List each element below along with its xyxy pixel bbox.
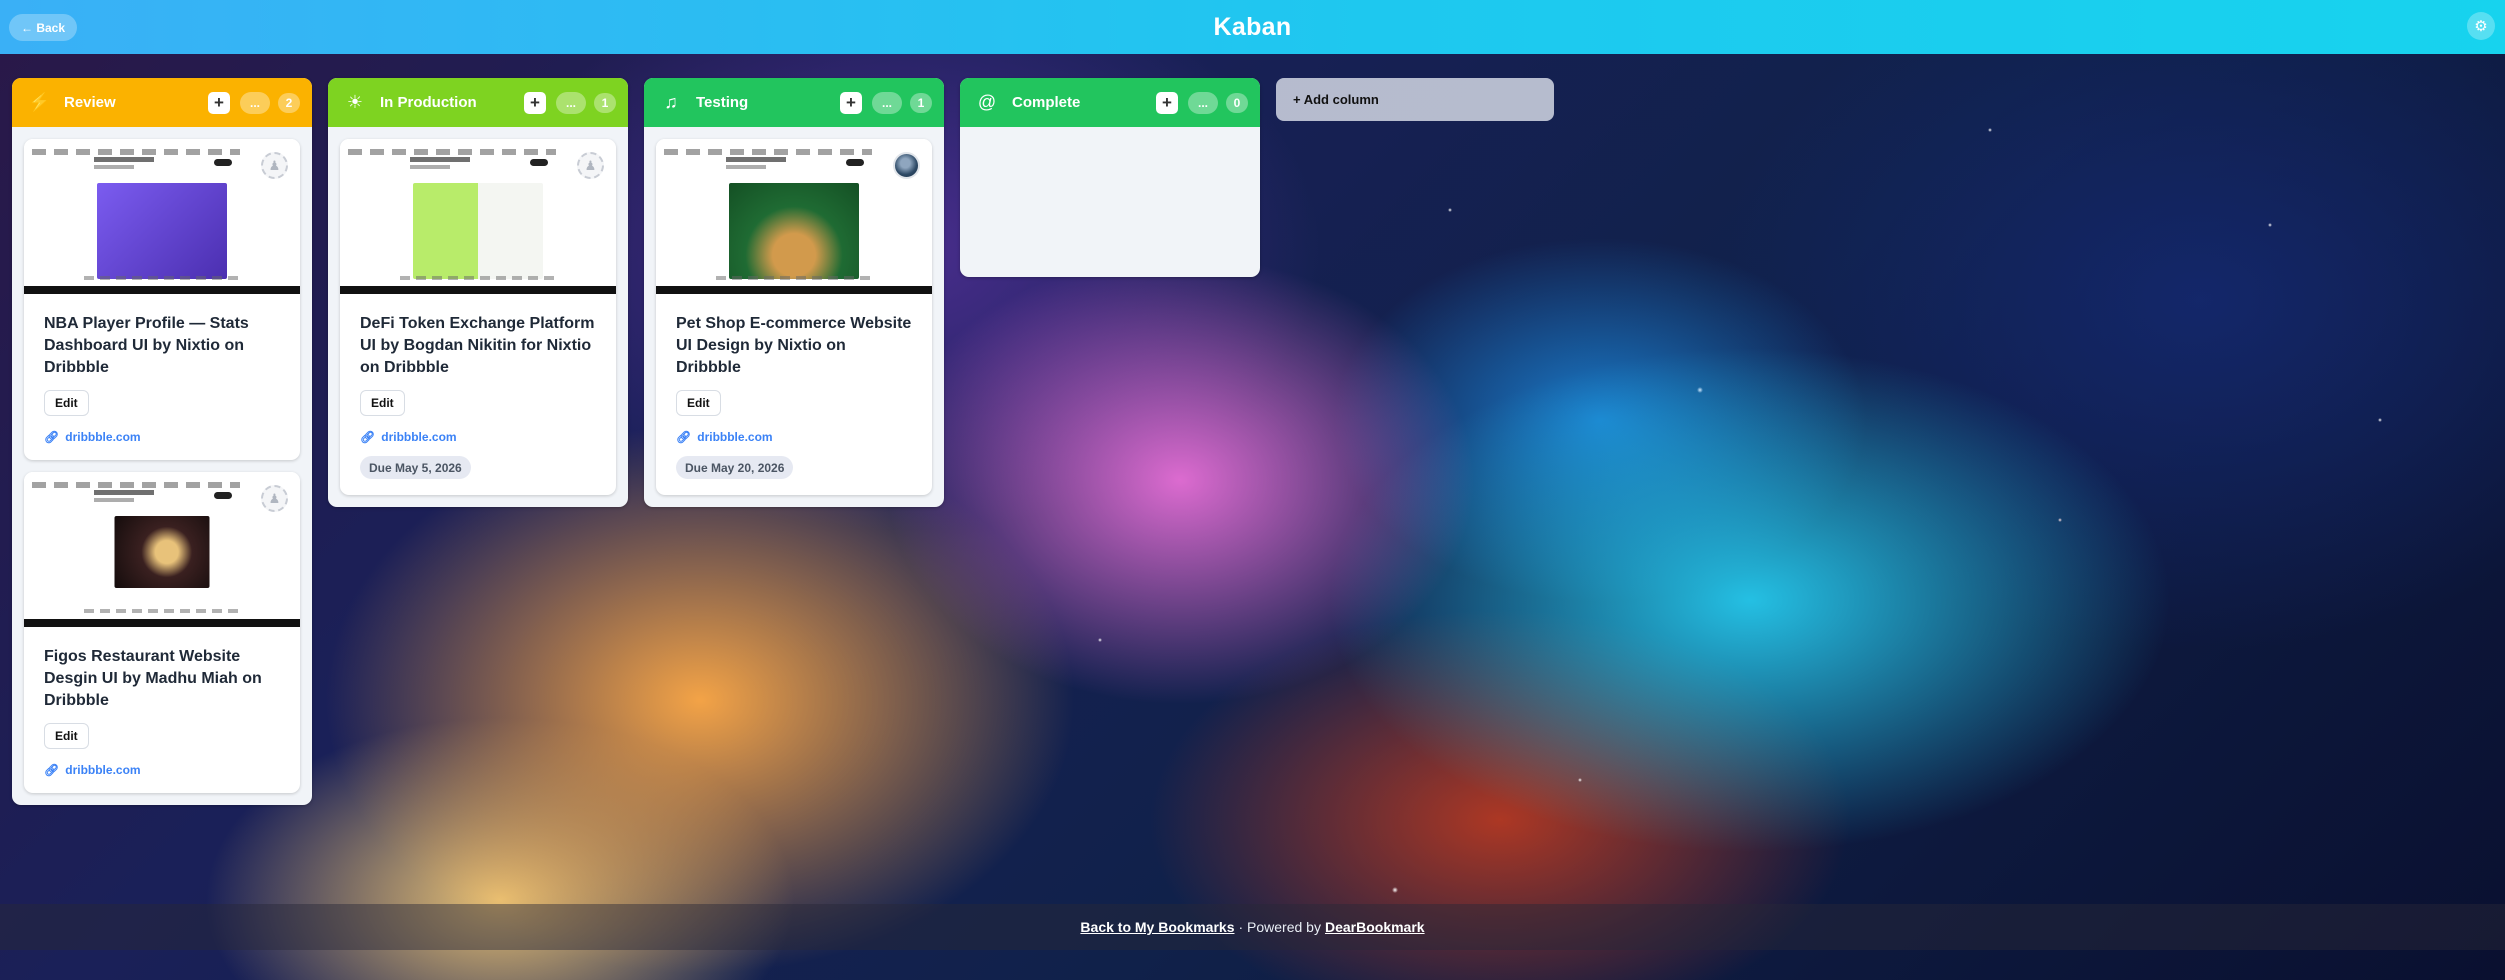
column-menu-button[interactable]: ... <box>1188 91 1218 114</box>
add-card-button[interactable]: + <box>1156 91 1178 114</box>
column-header: ☀ In Production + ... 1 <box>328 78 628 127</box>
card-link-text[interactable]: dribbble.com <box>65 763 140 777</box>
column-title: In Production <box>380 94 477 111</box>
page-footer: Back to My Bookmarks · Powered by DearBo… <box>0 904 2505 950</box>
column-header: ⚡ Review + ... 2 <box>12 78 312 127</box>
column-header: @ Complete + ... 0 <box>960 78 1260 127</box>
edit-button[interactable]: Edit <box>360 390 405 416</box>
column-body: ♟ NBA Player Profile — Stats Dashboard U… <box>12 127 312 805</box>
kanban-board: ⚡ Review + ... 2 ♟ NBA Player Profile — … <box>12 78 1554 805</box>
gear-icon[interactable]: ⚙ <box>2467 12 2495 40</box>
link-icon: 🔗︎ <box>44 763 60 777</box>
due-date-badge: Due May 5, 2026 <box>360 456 471 479</box>
card-title: Pet Shop E-commerce Website UI Design by… <box>676 315 912 376</box>
card-count-badge: 0 <box>1226 92 1248 113</box>
card-thumbnail: ♟ <box>24 472 300 627</box>
add-card-button[interactable]: + <box>840 91 862 114</box>
assignee-placeholder-icon[interactable]: ♟ <box>261 152 288 179</box>
back-button[interactable]: ← Back <box>9 14 78 41</box>
column-title: Review <box>64 94 116 111</box>
lightning-icon: ⚡ <box>28 92 51 112</box>
sun-icon: ☀ <box>346 92 364 112</box>
column-body <box>960 127 1260 277</box>
column-testing: ♫ Testing + ... 1 Pet Shop E-commerce We… <box>644 78 944 507</box>
card[interactable]: ♟ Figos Restaurant Website Desgin UI by … <box>24 472 300 793</box>
column-review: ⚡ Review + ... 2 ♟ NBA Player Profile — … <box>12 78 312 805</box>
link-icon: 🔗︎ <box>44 430 60 444</box>
app-title: Kaban <box>1213 12 1292 41</box>
column-header: ♫ Testing + ... 1 <box>644 78 944 127</box>
powered-by-text: · Powered by <box>1238 919 1321 935</box>
card-title: DeFi Token Exchange Platform UI by Bogda… <box>360 315 595 376</box>
edit-button[interactable]: Edit <box>676 390 721 416</box>
card[interactable]: ♟ NBA Player Profile — Stats Dashboard U… <box>24 139 300 460</box>
card-link-text[interactable]: dribbble.com <box>65 430 140 444</box>
dearbookmark-link[interactable]: DearBookmark <box>1325 919 1425 935</box>
add-column-button[interactable]: + Add column <box>1276 78 1554 121</box>
assignee-placeholder-icon[interactable]: ♟ <box>261 485 288 512</box>
card-link[interactable]: 🔗︎ dribbble.com <box>44 763 280 777</box>
card-thumbnail: ♟ <box>340 139 616 294</box>
at-sign-icon: @ <box>977 92 997 112</box>
column-in-production: ☀ In Production + ... 1 ♟ DeFi Token Exc… <box>328 78 628 507</box>
edit-button[interactable]: Edit <box>44 390 89 416</box>
card-thumbnail: ♟ <box>24 139 300 294</box>
due-date-badge: Due May 20, 2026 <box>676 456 794 479</box>
card-count-badge: 1 <box>910 92 932 113</box>
card-title: Figos Restaurant Website Desgin UI by Ma… <box>44 648 262 709</box>
column-menu-button[interactable]: ... <box>240 91 270 114</box>
card-title: NBA Player Profile — Stats Dashboard UI … <box>44 315 249 376</box>
card[interactable]: Pet Shop E-commerce Website UI Design by… <box>656 139 932 495</box>
card-count-badge: 2 <box>278 92 300 113</box>
card-link[interactable]: 🔗︎ dribbble.com <box>44 430 280 444</box>
assignee-avatar[interactable] <box>893 152 920 179</box>
edit-button[interactable]: Edit <box>44 723 89 749</box>
card-link[interactable]: 🔗︎ dribbble.com <box>676 430 912 444</box>
back-to-bookmarks-link[interactable]: Back to My Bookmarks <box>1080 919 1234 935</box>
add-card-button[interactable]: + <box>524 91 546 114</box>
column-menu-button[interactable]: ... <box>556 91 586 114</box>
link-icon: 🔗︎ <box>360 430 376 444</box>
card-count-badge: 1 <box>594 92 616 113</box>
column-title: Complete <box>1012 94 1081 111</box>
card-thumbnail <box>656 139 932 294</box>
column-menu-button[interactable]: ... <box>872 91 902 114</box>
link-icon: 🔗︎ <box>676 430 692 444</box>
column-body: ♟ DeFi Token Exchange Platform UI by Bog… <box>328 127 628 507</box>
column-complete: @ Complete + ... 0 <box>960 78 1260 277</box>
add-card-button[interactable]: + <box>208 91 230 114</box>
card-link[interactable]: 🔗︎ dribbble.com <box>360 430 596 444</box>
assignee-placeholder-icon[interactable]: ♟ <box>577 152 604 179</box>
card-link-text[interactable]: dribbble.com <box>697 430 772 444</box>
card-link-text[interactable]: dribbble.com <box>381 430 456 444</box>
music-note-icon: ♫ <box>664 92 678 112</box>
top-bar: ← Back Kaban ⚙ <box>0 0 2505 54</box>
column-title: Testing <box>696 94 749 111</box>
card[interactable]: ♟ DeFi Token Exchange Platform UI by Bog… <box>340 139 616 495</box>
column-body: Pet Shop E-commerce Website UI Design by… <box>644 127 944 507</box>
